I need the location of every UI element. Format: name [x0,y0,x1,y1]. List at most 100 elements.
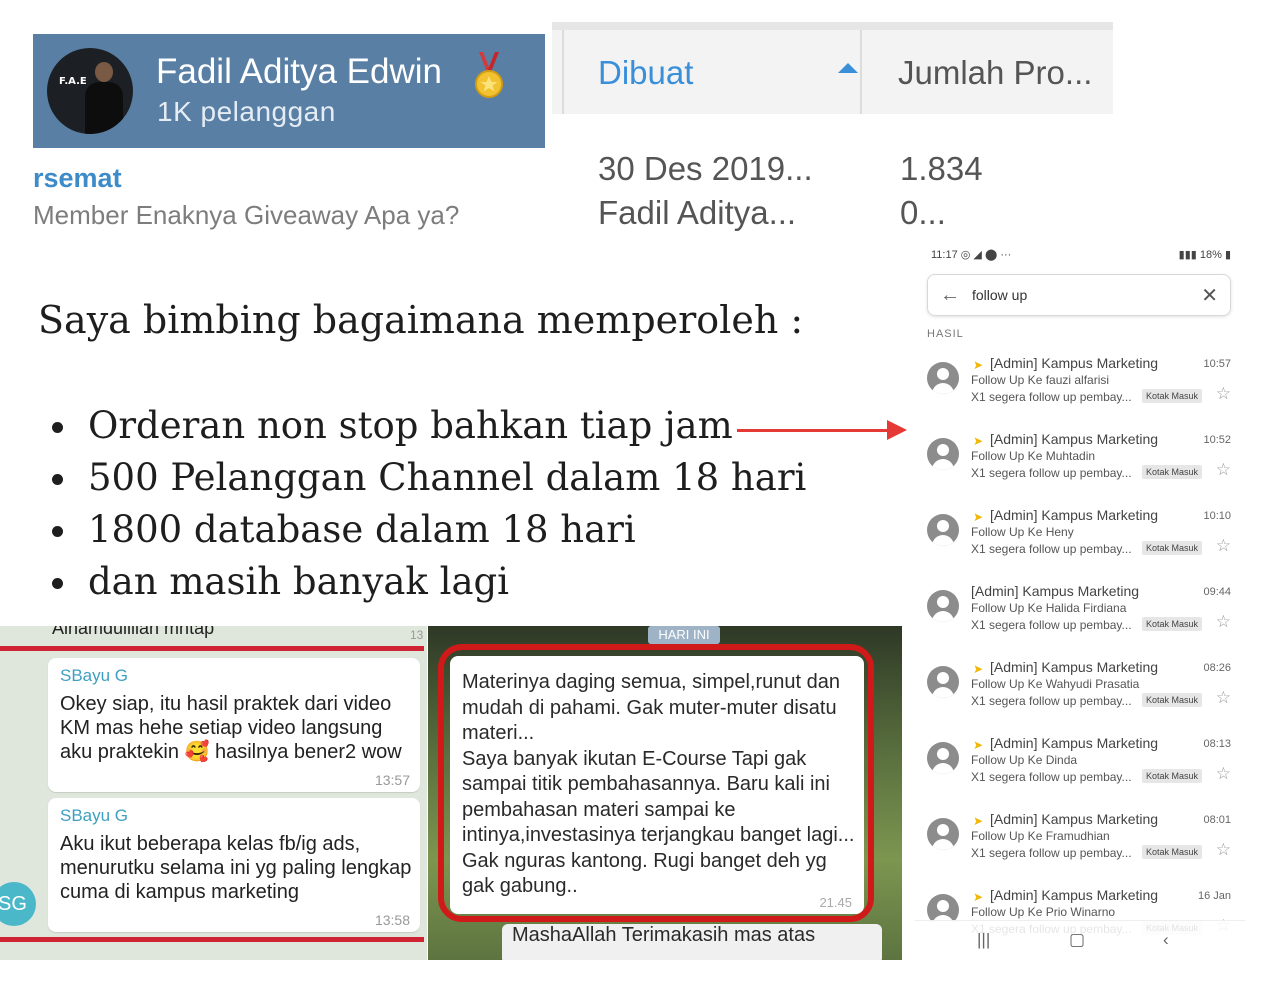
star-icon[interactable]: ☆ [1216,612,1231,632]
email-subject: Follow Up Ke Muhtadin [971,449,1096,463]
status-bar: 11:17 ◎ ◢ ⬤ ··· ▮▮▮ 18% ▮ [931,248,1231,262]
column-header-jumlah[interactable]: Jumlah Pro... [898,54,1092,92]
headline: Saya bimbing bagaimana memperoleh : [38,298,804,342]
table-cell: 1.834 [900,150,983,187]
email-snippet: X1 segera follow up pembay... [971,542,1132,556]
email-subject: Follow Up Ke Wahyudi Prasatia [971,677,1140,691]
inbox-label-badge: Kotak Masuk [1142,617,1203,631]
status-time: 11:17 [931,249,958,261]
email-snippet: X1 segera follow up pembay... [971,618,1132,632]
arrow-right-icon [887,420,907,440]
search-input[interactable]: follow up [972,287,1027,303]
important-marker-icon[interactable]: ➤ [973,890,983,904]
sender-name: SBayu G [60,666,129,685]
chat-bubble: MashaAllah Terimakasih mas atas [502,924,882,960]
email-row[interactable]: ➤ [Admin] Kampus Marketing 10:57 Follow Up … [915,352,1245,428]
sender-avatar-icon[interactable] [927,818,959,850]
home-icon[interactable]: ▢ [1069,930,1085,950]
sender-name: SBayu G [60,806,129,825]
message-text: MashaAllah Terimakasih mas atas [512,924,816,946]
sender-avatar-icon[interactable] [927,514,959,546]
back-arrow-icon[interactable]: ← [940,284,960,307]
email-subject: Follow Up Ke Heny [971,525,1074,539]
message-text: Aku ikut beberapa kelas fb/ig ads, menur… [60,833,412,903]
column-header-dibuat[interactable]: Dibuat [562,30,862,114]
back-icon[interactable]: ‹ [1163,930,1169,950]
email-snippet: X1 segera follow up pembay... [971,846,1132,860]
medal-icon [475,52,503,98]
sender-avatar-icon[interactable] [927,590,959,622]
inbox-label-badge: Kotak Masuk [1142,541,1203,555]
recent-apps-icon[interactable]: ||| [977,930,990,950]
chat-message-text: Alhamdulillah mntap [52,626,215,638]
email-sender: [Admin] Kampus Marketing [971,583,1140,599]
avatar-logo-text: F.A.E [59,76,87,87]
inbox-label-badge: Kotak Masuk [1142,389,1203,403]
star-icon[interactable]: ☆ [1216,764,1231,784]
chat-list-title[interactable]: rsemat [33,163,122,194]
email-row[interactable]: [Admin] Kampus Marketing 09:44 Follow Up K… [915,580,1245,656]
email-snippet: X1 segera follow up pembay... [971,390,1132,404]
table-header: Dibuat Jumlah Pro... [552,22,1113,114]
sender-avatar-icon[interactable] [927,742,959,774]
inbox-label-badge: Kotak Masuk [1142,693,1203,707]
clear-search-icon[interactable]: ✕ [1201,283,1218,308]
table-cell: Fadil Aditya... [598,194,797,231]
email-subject: Follow Up Ke Framudhian [971,829,1110,843]
channel-name: Fadil Aditya Edwin [156,52,442,91]
email-snippet: X1 segera follow up pembay... [971,770,1132,784]
signal-icon: ▮▮▮ [1178,249,1200,261]
chat-list-preview: Member Enaknya Giveaway Apa ya? [33,200,460,230]
important-marker-icon[interactable]: ➤ [973,510,983,524]
email-time: 08:01 [1203,814,1231,826]
telegram-channel-header[interactable]: F.A.E Fadil Aditya Edwin 1K pelanggan [33,34,545,148]
channel-avatar[interactable]: F.A.E [47,48,133,134]
email-time: 10:10 [1203,510,1231,522]
results-section-label: HASIL [927,328,964,340]
email-row[interactable]: ➤ [Admin] Kampus Marketing 08:13 Follow Up … [915,732,1245,808]
important-marker-icon[interactable]: ➤ [973,434,983,448]
email-subject: Follow Up Ke Dinda [971,753,1078,767]
important-marker-icon[interactable]: ➤ [973,662,983,676]
email-time: 09:44 [1203,586,1231,598]
message-time: 13:57 [374,772,410,788]
email-sender: [Admin] Kampus Marketing [990,887,1159,903]
email-sender: [Admin] Kampus Marketing [990,659,1159,675]
sender-avatar-icon[interactable] [927,666,959,698]
email-row[interactable]: ➤ [Admin] Kampus Marketing 10:10 Follow Up … [915,504,1245,580]
sender-avatar-icon[interactable] [927,438,959,470]
email-row[interactable]: ➤ [Admin] Kampus Marketing 08:01 Follow Up … [915,808,1245,884]
message-time: 13 [410,628,424,642]
sender-avatar-icon[interactable] [927,362,959,394]
star-icon[interactable]: ☆ [1216,840,1231,860]
column-header-label: Dibuat [598,54,694,91]
star-icon[interactable]: ☆ [1216,536,1231,556]
star-icon[interactable]: ☆ [1216,384,1231,404]
chat-screenshot-2: HARI INI Materinya daging semua, simpel,… [428,626,902,960]
benefit-list: Orderan non stop bahkan tiap jam 500 Pel… [48,400,806,608]
message-text: Okey siap, itu hasil praktek dari video … [60,693,402,763]
avatar-person-image [85,62,123,134]
star-icon[interactable]: ☆ [1216,688,1231,708]
star-icon[interactable]: ☆ [1216,460,1231,480]
important-marker-icon[interactable]: ➤ [973,738,983,752]
important-marker-icon[interactable]: ➤ [973,358,983,372]
gmail-phone-screenshot: 11:17 ◎ ◢ ⬤ ··· ▮▮▮ 18% ▮ ← follow up ✕ … [915,240,1245,960]
benefit-item: dan masih banyak lagi [48,556,806,608]
date-chip: HARI INI [648,626,720,644]
email-time: 10:57 [1203,358,1231,370]
email-row[interactable]: ➤ [Admin] Kampus Marketing 10:52 Follow Up … [915,428,1245,504]
email-row[interactable]: ➤ [Admin] Kampus Marketing 08:26 Follow Up … [915,656,1245,732]
benefit-item: 1800 database dalam 18 hari [48,504,806,556]
email-sender: [Admin] Kampus Marketing [990,355,1159,371]
email-subject: Follow Up Ke Prio Winarno [971,905,1116,919]
search-bar[interactable]: ← follow up ✕ [927,274,1231,316]
chat-screenshot-1: Alhamdulillah mntap 13 SBayu G Okey siap… [0,626,427,960]
email-sender: [Admin] Kampus Marketing [990,811,1159,827]
inbox-label-badge: Kotak Masuk [1142,465,1203,479]
table-cell: 0... [900,194,946,231]
important-marker-icon[interactable]: ➤ [973,814,983,828]
email-sender: [Admin] Kampus Marketing [990,735,1159,751]
email-snippet: X1 segera follow up pembay... [971,466,1132,480]
android-nav-bar: ||| ▢ ‹ [915,920,1245,960]
